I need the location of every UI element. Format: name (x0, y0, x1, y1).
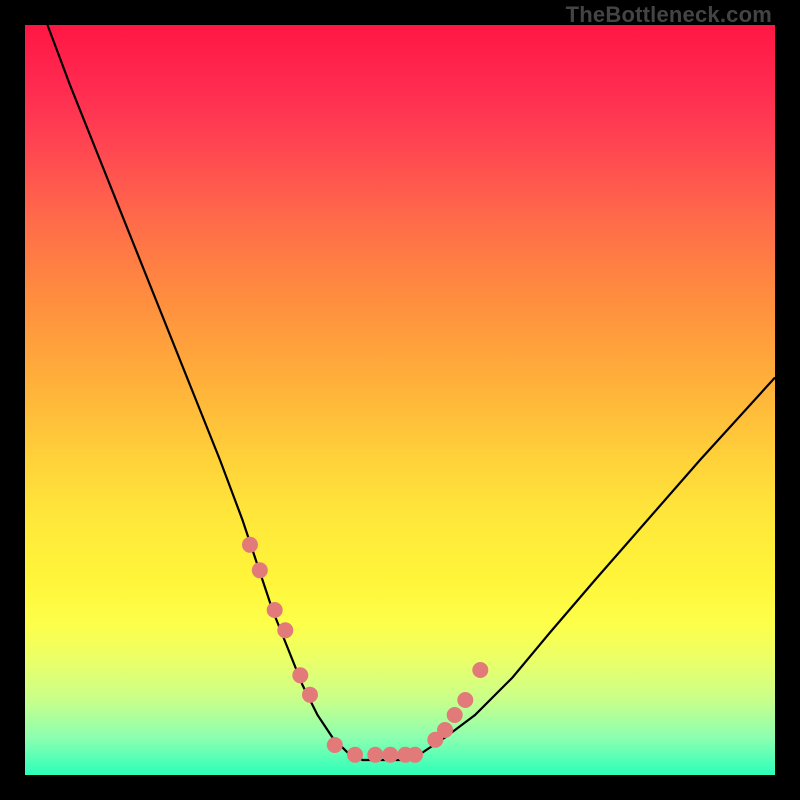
bottleneck-curve (48, 25, 776, 760)
marker-point (242, 537, 258, 553)
marker-point (472, 662, 488, 678)
chart-plot-area (25, 25, 775, 775)
marker-point (437, 722, 453, 738)
marker-point (367, 747, 383, 763)
marker-point (447, 707, 463, 723)
marker-point (302, 687, 318, 703)
watermark-label: TheBottleneck.com (566, 2, 772, 28)
marker-group (242, 537, 488, 763)
marker-point (267, 602, 283, 618)
marker-point (277, 622, 293, 638)
chart-svg (25, 25, 775, 775)
marker-point (382, 747, 398, 763)
marker-point (327, 737, 343, 753)
marker-point (252, 562, 268, 578)
marker-point (407, 747, 423, 763)
marker-point (347, 747, 363, 763)
marker-point (457, 692, 473, 708)
marker-point (292, 667, 308, 683)
